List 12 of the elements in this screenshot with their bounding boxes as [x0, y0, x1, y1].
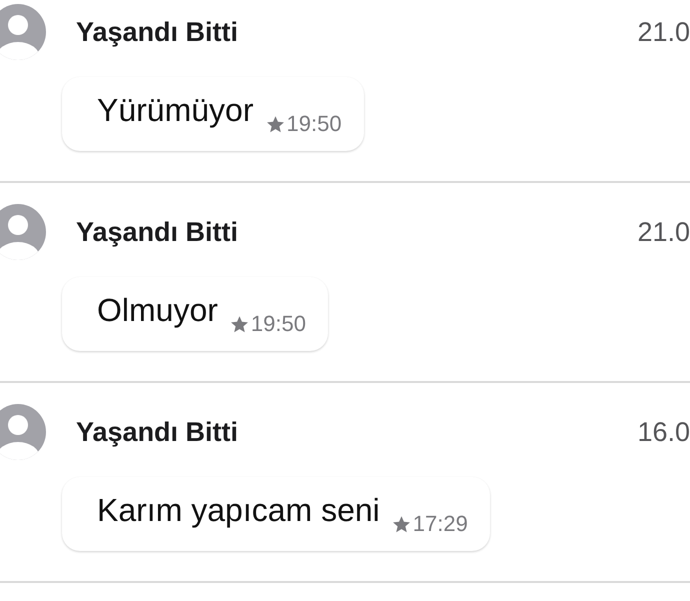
- message-date: 21.0: [637, 16, 690, 49]
- message-date: 16.0: [637, 416, 690, 449]
- message-time: 17:29: [412, 511, 468, 537]
- message-time: 19:50: [250, 311, 306, 337]
- message-text: Yürümüyor: [97, 91, 254, 129]
- message-text: Karım yapıcam seni: [97, 491, 380, 529]
- message-date: 21.0: [637, 216, 690, 249]
- sender-name: Yaşandı Bitti: [76, 216, 238, 249]
- sender-name: Yaşandı Bitti: [76, 416, 238, 449]
- sender-name: Yaşandı Bitti: [76, 16, 238, 49]
- message-time: 19:50: [286, 111, 342, 137]
- message-text: Olmuyor: [97, 291, 218, 329]
